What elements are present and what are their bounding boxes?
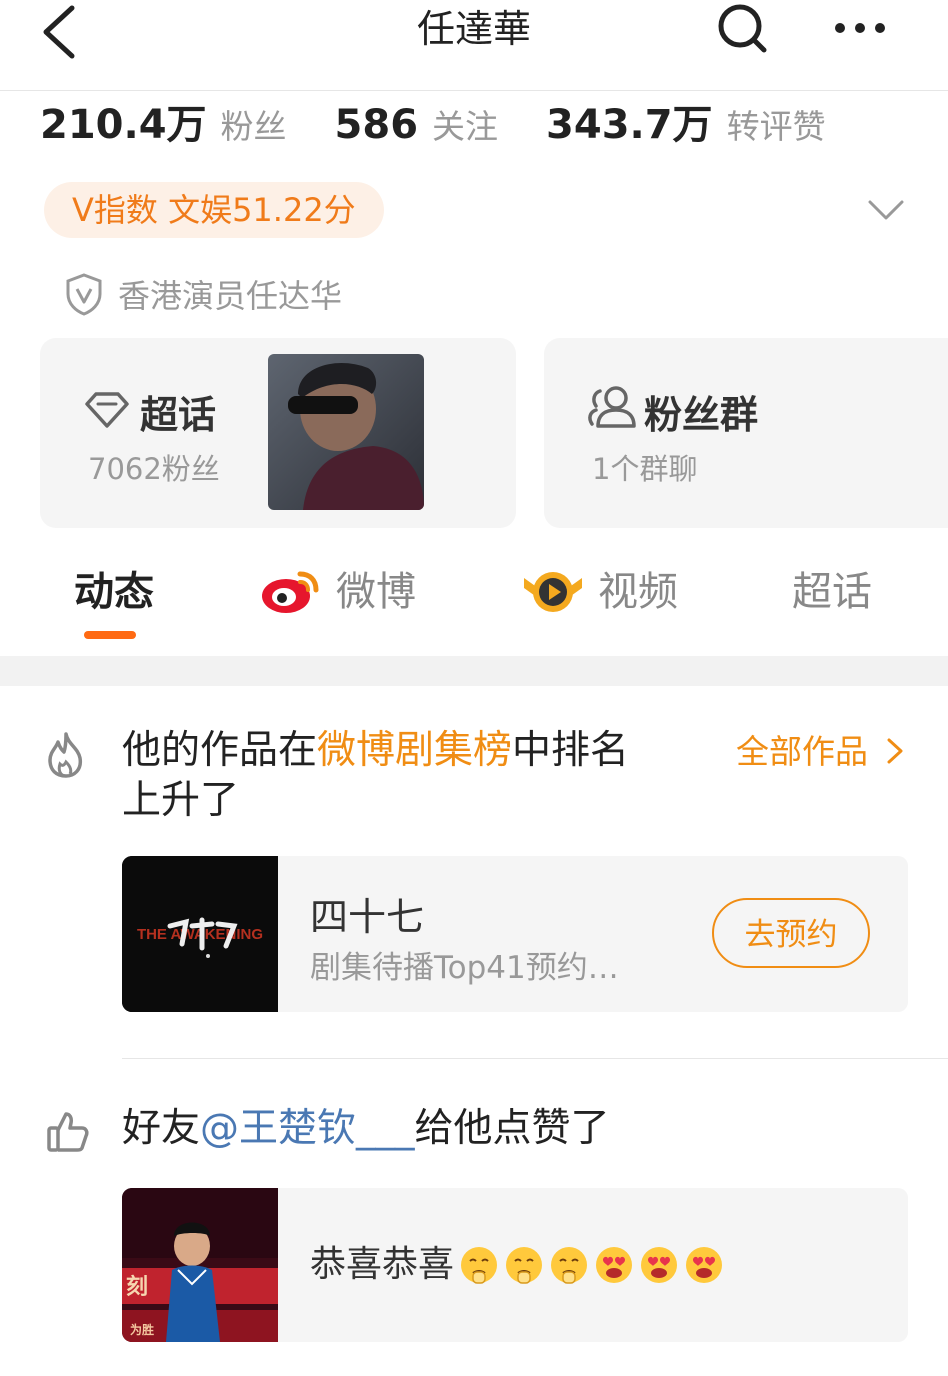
stat-reposts[interactable]: 343.7万 转评赞: [546, 92, 826, 150]
v-index-badge[interactable]: V指数 文娱51.22分: [44, 182, 384, 238]
video-icon: [524, 572, 582, 612]
stat-number: 343.7万: [546, 102, 713, 148]
feed-text-suffix: 中排名: [512, 728, 630, 773]
comment-body: 恭喜恭喜: [310, 1244, 455, 1285]
tab-dynamics[interactable]: 动态: [74, 560, 154, 624]
feed-text-line2: 上升了: [122, 778, 240, 823]
stat-label: 关注: [432, 107, 499, 146]
page-title: 任達華: [416, 7, 531, 51]
feed-ranking-text: 他的作品在微博剧集榜中排名 上升了: [122, 726, 722, 826]
verification-text: 香港演员任达华: [118, 277, 343, 315]
shield-icon: [66, 273, 102, 316]
tab-super-topic[interactable]: 超话: [792, 560, 872, 624]
fire-icon: [48, 732, 83, 778]
fan-group-count: 1个群聊: [592, 452, 698, 486]
comment-text: 恭喜恭喜: [310, 1240, 724, 1290]
actor-photo[interactable]: [268, 354, 424, 510]
emoji-heart-eyes-icon: [596, 1247, 633, 1283]
stat-number: 586: [334, 102, 419, 148]
stat-label: 转评赞: [726, 107, 826, 146]
ranking-link[interactable]: 微博剧集榜: [317, 728, 512, 773]
liked-post-card[interactable]: 刻 为胜 恭喜恭喜: [122, 1188, 908, 1342]
post-photo[interactable]: 刻 为胜: [122, 1188, 278, 1342]
tab-weibo[interactable]: 微博: [336, 560, 416, 624]
search-icon[interactable]: [714, 0, 770, 56]
all-works-label: 全部作品: [736, 732, 868, 771]
fan-group-card[interactable]: 粉丝群 1个群聊: [544, 338, 948, 528]
poster-art: THE AWAKENING: [122, 856, 278, 1012]
tab-video[interactable]: 视频: [598, 560, 678, 624]
stat-following[interactable]: 586 关注: [335, 100, 499, 148]
emoji-heart-eyes-icon: [686, 1247, 723, 1283]
reserve-button[interactable]: 去预约: [712, 898, 870, 968]
section-divider: [0, 656, 948, 686]
feed-like-text: 好友@王楚钦___给他点赞了: [122, 1104, 610, 1154]
verification-info: 香港演员任达华: [64, 270, 342, 318]
feed-separator: [122, 1058, 948, 1059]
stat-followers[interactable]: 210.4万 粉丝: [40, 92, 287, 150]
more-icon[interactable]: [832, 10, 888, 46]
work-title: 四十七: [310, 895, 425, 939]
stat-label: 粉丝: [220, 107, 287, 146]
mention-link[interactable]: @王楚钦___: [200, 1106, 415, 1151]
fan-group-title: 粉丝群: [644, 393, 759, 437]
super-topic-fans: 7062粉丝: [88, 452, 220, 486]
group-icon: [588, 386, 636, 428]
all-works-link[interactable]: 全部作品: [736, 730, 905, 774]
work-card[interactable]: THE AWAKENING 四十七 剧集待播Top41预约… 去预约: [122, 856, 908, 1012]
stat-number: 210.4万: [40, 102, 207, 148]
chevron-down-icon[interactable]: [866, 196, 906, 224]
diamond-icon: [85, 392, 129, 428]
svg-text:刻: 刻: [126, 1274, 148, 1299]
super-topic-title: 超话: [140, 393, 217, 437]
svg-text:为胜: 为胜: [130, 1322, 154, 1337]
thumbs-up-icon: [47, 1112, 89, 1152]
emoji-heart-eyes-icon: [641, 1247, 678, 1283]
emoji-salute-icon: [551, 1247, 588, 1284]
weibo-logo-icon: [262, 571, 319, 613]
work-subtitle: 剧集待播Top41预约…: [310, 950, 619, 986]
chevron-right-icon: [887, 738, 902, 764]
profile-stats: 210.4万 粉丝 586 关注 343.7万 转评赞: [40, 92, 826, 150]
emoji-salute-icon: [461, 1247, 498, 1284]
feed-like-prefix: 好友: [122, 1106, 201, 1151]
feed-text-prefix: 他的作品在: [122, 728, 318, 773]
feed-like-suffix: 给他点赞了: [414, 1106, 610, 1151]
tab-active-indicator: [84, 631, 136, 639]
drama-poster[interactable]: THE AWAKENING: [122, 856, 278, 1012]
emoji-salute-icon: [506, 1247, 543, 1284]
